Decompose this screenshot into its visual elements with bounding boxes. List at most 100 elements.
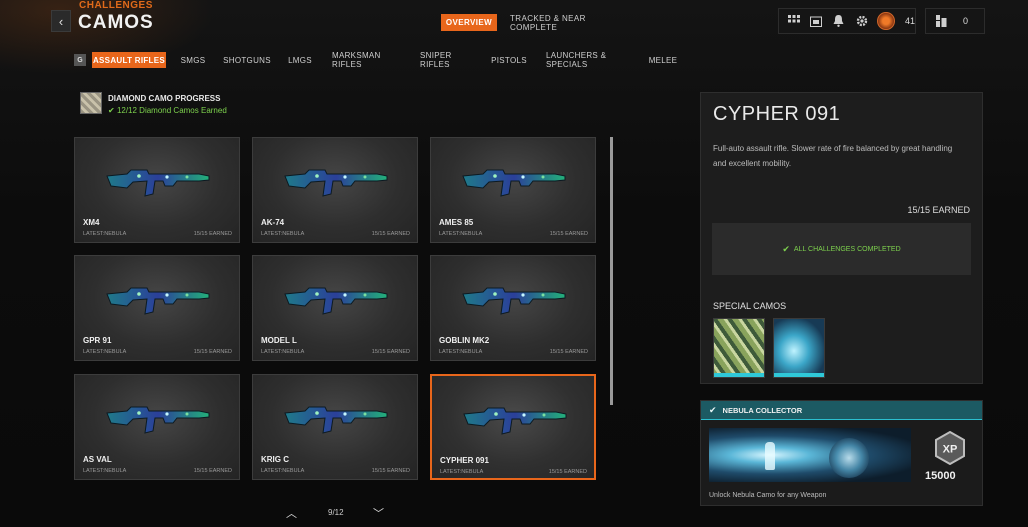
weapon-card[interactable]: CYPHER 091 LATEST:NEBULA 15/15 EARNED [430,374,596,480]
weapon-earned: 15/15 EARNED [548,469,587,475]
special-camo-1[interactable] [713,318,765,378]
weapon-card[interactable]: KRIG C LATEST:NEBULA 15/15 EARNED [252,374,418,480]
weapon-earned: 15/15 EARNED [193,468,232,474]
rifle-icon [463,407,567,435]
rank-icon[interactable] [877,12,895,30]
cat-smgs[interactable]: SMGS [178,52,208,68]
nebula-orb [829,438,869,478]
weapon-name: MODEL L [261,336,297,345]
weapon-latest-camo: LATEST:NEBULA [83,468,127,474]
rank-level: 41 [904,16,915,26]
challenges-complete-banner: ✔ ALL CHALLENGES COMPLETED [712,223,971,275]
special-camos-label: SPECIAL CAMOS [713,301,787,311]
weapon-card[interactable]: MODEL L LATEST:NEBULA 15/15 EARNED [252,255,418,361]
friends-count: 0 [963,16,969,26]
page-indicator: 9/12 [328,508,344,517]
rifle-icon [462,287,566,315]
nebula-header: ✔ NEBULA COLLECTOR [701,401,982,420]
special-camo-2[interactable] [773,318,825,378]
weapon-latest-camo: LATEST:NEBULA [261,349,305,355]
svg-text:XP: XP [943,444,958,456]
xp-value: 15000 [925,470,956,482]
weapon-detail-title: CYPHER 091 [713,103,841,125]
progress-title: DIAMOND CAMO PROGRESS [108,94,221,103]
cat-melee[interactable]: MELEE [648,52,678,68]
weapon-name: AMES 85 [439,218,474,227]
cat-shotguns[interactable]: SHOTGUNS [223,52,270,68]
rifle-icon [106,169,210,197]
progress-subtitle: ✔ 12/12 Diamond Camos Earned [108,106,227,115]
tab-overview[interactable]: OVERVIEW [441,14,497,31]
weapon-name: GOBLIN MK2 [439,336,490,345]
cat-lmgs[interactable]: LMGS [286,52,314,68]
chevron-left-icon: ‹ [58,13,64,29]
weapon-latest-camo: LATEST:NEBULA [439,349,483,355]
chevron-up-icon: ︿ [286,508,297,520]
back-button[interactable]: ‹ [51,10,71,32]
check-icon: ✔ [709,404,717,415]
bell-icon[interactable] [831,13,847,29]
rifle-icon [284,287,388,315]
weapon-latest-camo: LATEST:NEBULA [440,469,484,475]
rifle-icon [106,287,210,315]
calendar-icon[interactable] [809,13,825,29]
tab-tracked[interactable]: TRACKED & NEAR COMPLETE [510,14,610,32]
rifle-icon [462,169,566,197]
weapon-earned: 15/15 EARNED [193,231,232,237]
rifle-icon [284,406,388,434]
weapon-latest-camo: LATEST:NEBULA [261,231,305,237]
gear-icon[interactable] [854,13,870,29]
page-down-button[interactable]: ﹀ [373,505,384,521]
weapon-detail-earned: 15/15 EARNED [907,205,970,215]
weapon-earned: 15/15 EARNED [371,349,410,355]
scrollbar[interactable] [610,137,613,405]
grid-icon[interactable] [786,13,802,29]
cat-launchers-specials[interactable]: LAUNCHERS & SPECIALS [546,51,630,69]
weapon-card[interactable]: AS VAL LATEST:NEBULA 15/15 EARNED [74,374,240,480]
nebula-description: Unlock Nebula Camo for any Weapon [709,492,827,499]
weapon-name: XM4 [83,218,100,227]
page-up-button[interactable]: ︿ [286,505,297,521]
weapon-card[interactable]: GOBLIN MK2 LATEST:NEBULA 15/15 EARNED [430,255,596,361]
weapon-card[interactable]: GPR 91 LATEST:NEBULA 15/15 EARNED [74,255,240,361]
breadcrumb: CHALLENGES [79,0,153,11]
weapon-earned: 15/15 EARNED [371,468,410,474]
weapon-latest-camo: LATEST:NEBULA [439,231,483,237]
cat-assault-rifles[interactable]: ASSAULT RIFLES [92,52,166,68]
diamond-camo-icon [80,92,102,114]
chevron-down-icon: ﹀ [373,508,384,520]
weapon-detail-description: Full-auto assault rifle. Slower rate of … [713,144,953,168]
rifle-icon [284,169,388,197]
challenges-complete-text: ALL CHALLENGES COMPLETED [793,245,901,253]
nebula-collector-panel[interactable]: ✔ NEBULA COLLECTOR XP 15000 Unlock Nebul… [700,400,983,506]
page-title: CAMOS [78,12,154,33]
nebula-image [709,428,911,482]
progress-subtitle-text: 12/12 Diamond Camos Earned [116,106,227,115]
cat-pistols[interactable]: PISTOLS [490,52,528,68]
friends-icon [933,13,949,29]
cat-sniper-rifles[interactable]: SNIPER RIFLES [420,51,472,69]
check-icon: ✔ [108,106,117,115]
top-tray: 41 [778,8,916,34]
key-hint: G [74,54,86,66]
cat-marksman-rifles[interactable]: MARKSMAN RIFLES [332,51,402,69]
weapon-card[interactable]: AMES 85 LATEST:NEBULA 15/15 EARNED [430,137,596,243]
weapon-earned: 15/15 EARNED [371,231,410,237]
nebula-title: NEBULA COLLECTOR [722,405,803,415]
xp-icon: XP [935,431,965,465]
check-icon: ✔ [782,243,790,254]
rifle-icon [106,406,210,434]
weapon-card[interactable]: AK-74 LATEST:NEBULA 15/15 EARNED [252,137,418,243]
weapon-latest-camo: LATEST:NEBULA [261,468,305,474]
weapon-earned: 15/15 EARNED [549,349,588,355]
camo-progress-bar [714,373,764,377]
operator-figure [765,442,775,470]
weapon-name: AK-74 [261,218,285,227]
weapon-card[interactable]: XM4 LATEST:NEBULA 15/15 EARNED [74,137,240,243]
weapon-detail-panel: CYPHER 091 Full-auto assault rifle. Slow… [700,92,983,384]
weapon-latest-camo: LATEST:NEBULA [83,231,127,237]
friends-tray[interactable]: 0 [925,8,985,34]
weapon-latest-camo: LATEST:NEBULA [83,349,127,355]
weapon-earned: 15/15 EARNED [549,231,588,237]
weapon-name: AS VAL [83,455,112,464]
